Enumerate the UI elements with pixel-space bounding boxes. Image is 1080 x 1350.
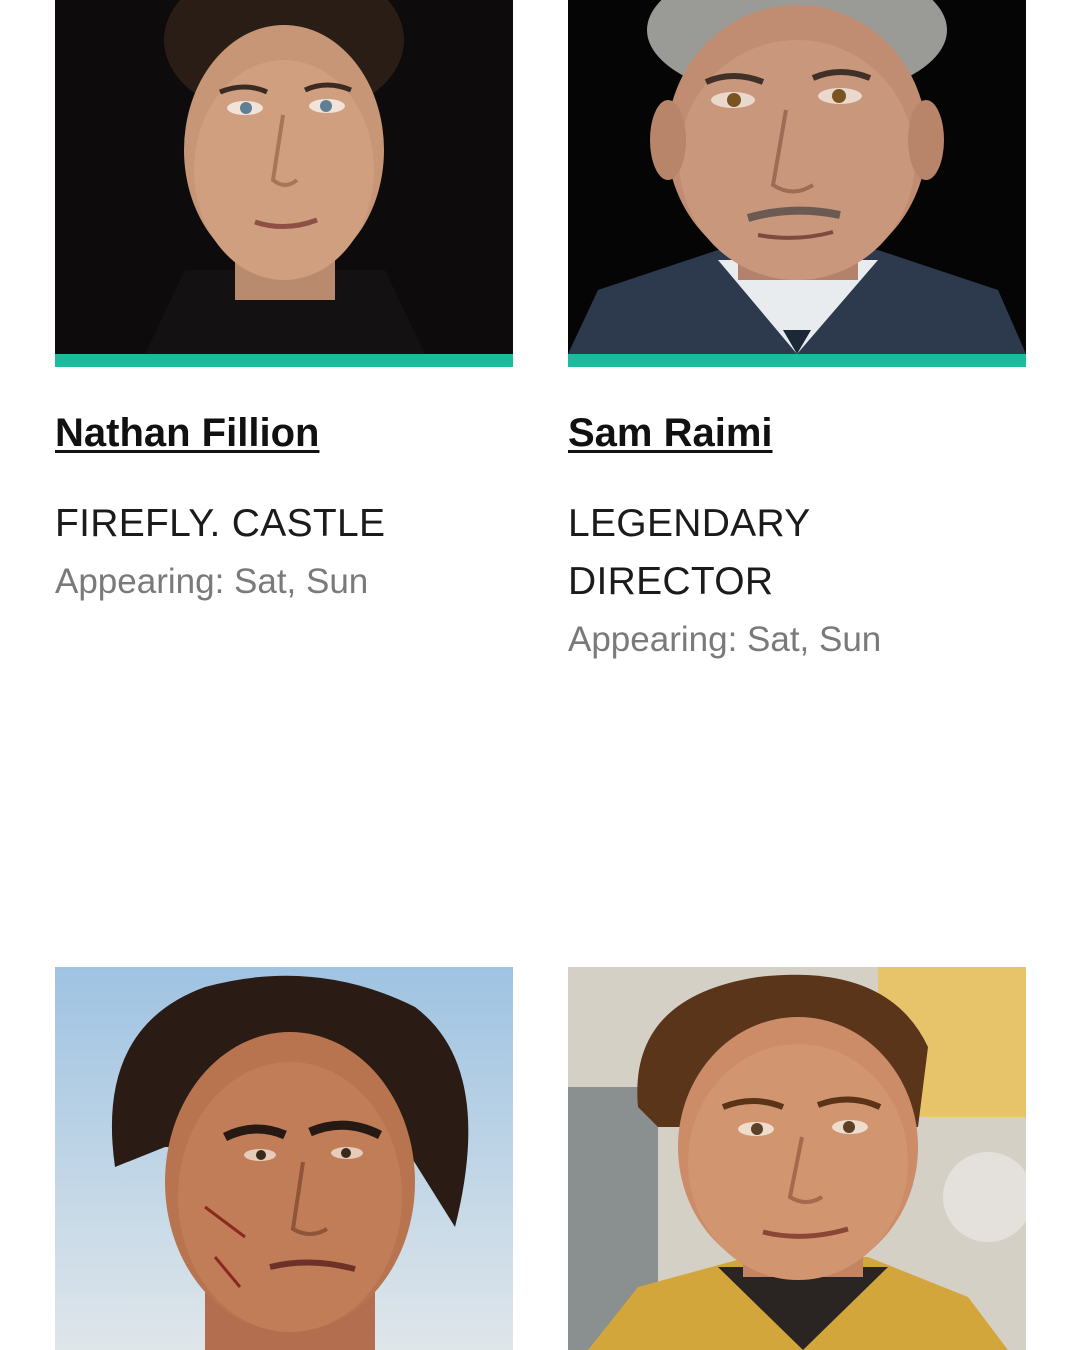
guest-tagline: LEGENDARY DIRECTOR (568, 502, 810, 603)
guest-card[interactable] (568, 967, 1026, 1350)
guest-card[interactable]: Nathan Fillion FIREFLY. CASTLE Appearing… (55, 0, 513, 611)
guest-appearing-days: Appearing: Sat, Sun (55, 562, 369, 601)
guest-card[interactable] (55, 967, 513, 1350)
guest-name-link[interactable]: Nathan Fillion (55, 409, 319, 457)
portrait-image (568, 967, 1026, 1350)
guest-photo[interactable] (55, 0, 513, 354)
guest-tagline: FIREFLY. CASTLE (55, 502, 386, 545)
guest-photo[interactable] (568, 0, 1026, 354)
guest-name-link[interactable]: Sam Raimi (568, 409, 773, 457)
guest-appearing-days: Appearing: Sat, Sun (568, 620, 882, 659)
guest-photo[interactable] (568, 967, 1026, 1350)
accent-bar (55, 354, 513, 367)
guest-card[interactable]: Sam Raimi LEGENDARY DIRECTOR Appearing: … (568, 0, 1026, 669)
guest-photo[interactable] (55, 967, 513, 1350)
portrait-image (568, 0, 1026, 354)
portrait-image (55, 967, 513, 1350)
portrait-image (55, 0, 513, 354)
accent-bar (568, 354, 1026, 367)
